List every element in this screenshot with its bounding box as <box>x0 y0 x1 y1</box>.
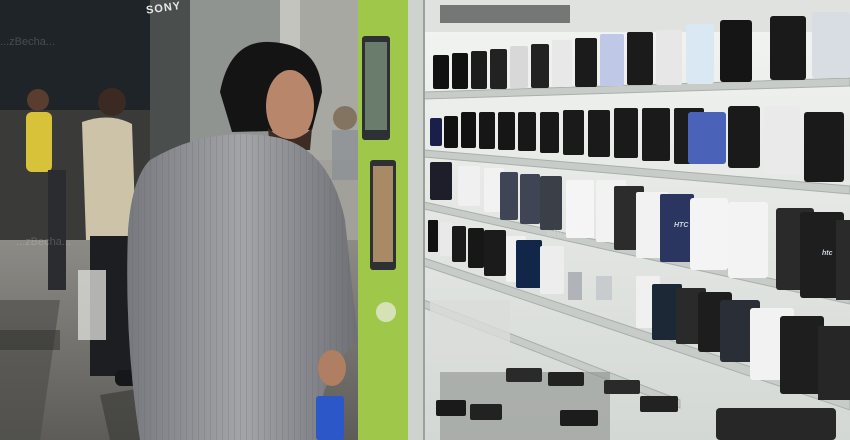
phone-brand-label: HTC <box>674 222 689 229</box>
ceiling-dark <box>0 0 150 110</box>
phone-shop-photo: SONY HTC htc ...zBecha... ...ehchin.co..… <box>0 0 850 440</box>
scene-drawing <box>0 0 850 440</box>
blue-shopping-bag <box>316 396 344 440</box>
phone-brand-label: htc <box>822 250 833 257</box>
